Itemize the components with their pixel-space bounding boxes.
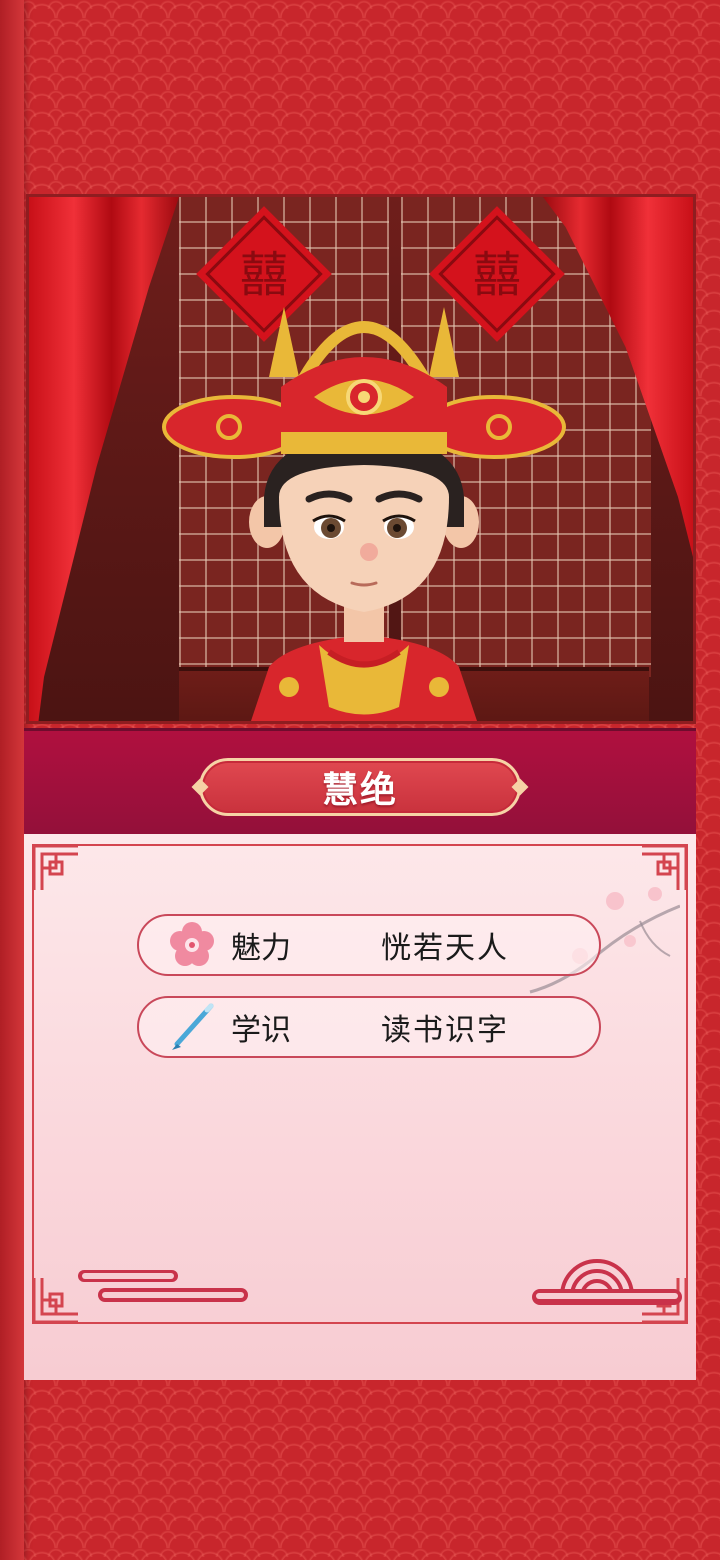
groom-character-avatar: [162, 307, 566, 721]
stat-label: 学识: [231, 1013, 291, 1048]
stat-value: 读书识字: [381, 1013, 509, 1048]
stats-card: 魅力 恍若天人 学识 读书识字: [24, 834, 696, 1380]
cloud-scroll-decoration-left: [78, 1270, 248, 1302]
brush-pen-icon: [172, 1003, 214, 1050]
character-name-plate: 慧绝: [199, 758, 521, 816]
card-frame: 魅力 恍若天人 学识 读书识字: [32, 844, 688, 1324]
stat-value: 恍若天人: [381, 931, 509, 966]
left-edge-shadow: [0, 0, 24, 1560]
stat-row-charm: 魅力 恍若天人: [137, 914, 601, 976]
character-portrait-scene: 囍 囍: [26, 194, 696, 724]
stat-label: 魅力: [231, 931, 291, 966]
name-ribbon: 慧绝: [24, 728, 696, 835]
corner-ornament-icon: [32, 1278, 78, 1324]
stat-row-knowledge: 学识 读书识字: [137, 996, 601, 1058]
plum-blossom-icon: [170, 922, 214, 966]
rainbow-arch-decoration-right: [532, 1259, 682, 1305]
character-name: 慧绝: [321, 770, 398, 811]
corner-ornament-icon: [32, 844, 78, 890]
